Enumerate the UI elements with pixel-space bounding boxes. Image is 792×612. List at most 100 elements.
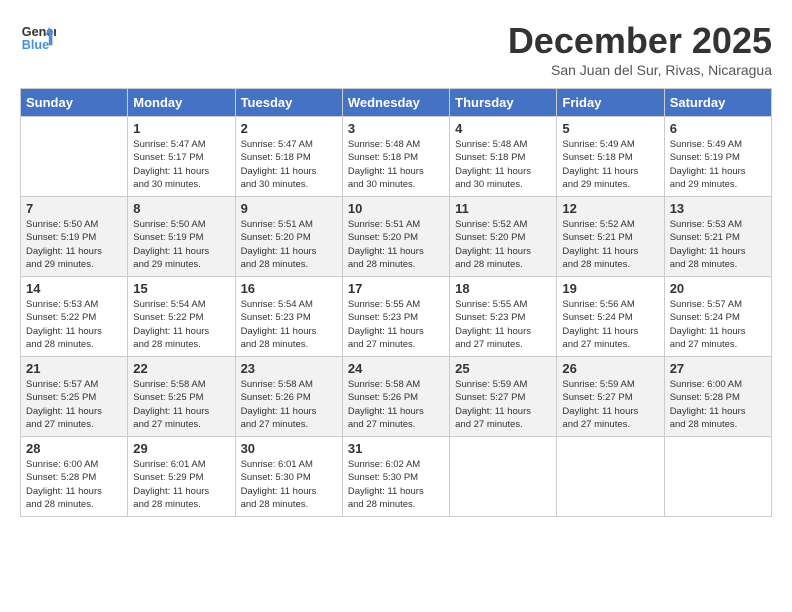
week-row-4: 21 Sunrise: 5:57 AM Sunset: 5:25 PM Dayli… bbox=[21, 357, 772, 437]
calendar-cell: 10 Sunrise: 5:51 AM Sunset: 5:20 PM Dayli… bbox=[342, 197, 449, 277]
title-block: December 2025 San Juan del Sur, Rivas, N… bbox=[508, 20, 772, 78]
day-header-saturday: Saturday bbox=[664, 89, 771, 117]
calendar-cell: 27 Sunrise: 6:00 AM Sunset: 5:28 PM Dayli… bbox=[664, 357, 771, 437]
day-info: Sunrise: 5:57 AM Sunset: 5:25 PM Dayligh… bbox=[26, 378, 122, 431]
day-info: Sunrise: 5:51 AM Sunset: 5:20 PM Dayligh… bbox=[241, 218, 337, 271]
day-info: Sunrise: 5:50 AM Sunset: 5:19 PM Dayligh… bbox=[133, 218, 229, 271]
calendar-cell bbox=[450, 437, 557, 517]
day-number: 17 bbox=[348, 281, 444, 296]
calendar-table: SundayMondayTuesdayWednesdayThursdayFrid… bbox=[20, 88, 772, 517]
calendar-cell: 26Sunrise: 5:59 AM Sunset: 5:27 PM Dayli… bbox=[557, 357, 664, 437]
day-header-friday: Friday bbox=[557, 89, 664, 117]
day-number: 5 bbox=[562, 121, 658, 136]
day-info: Sunrise: 6:00 AM Sunset: 5:28 PM Dayligh… bbox=[670, 378, 766, 431]
calendar-cell: 30 Sunrise: 6:01 AM Sunset: 5:30 PM Dayli… bbox=[235, 437, 342, 517]
calendar-cell: 1 Sunrise: 5:47 AM Sunset: 5:17 PM Daylig… bbox=[128, 117, 235, 197]
day-number: 1 bbox=[133, 121, 229, 136]
day-info: Sunrise: 5:53 AM Sunset: 5:22 PM Dayligh… bbox=[26, 298, 122, 351]
day-number: 20 bbox=[670, 281, 766, 296]
day-info: Sunrise: 6:01 AM Sunset: 5:30 PM Dayligh… bbox=[241, 458, 337, 511]
day-number: 30 bbox=[241, 441, 337, 456]
calendar-cell: 2Sunrise: 5:47 AM Sunset: 5:18 PM Daylig… bbox=[235, 117, 342, 197]
day-info: Sunrise: 5:59 AM Sunset: 5:27 PM Dayligh… bbox=[455, 378, 551, 431]
day-number: 10 bbox=[348, 201, 444, 216]
day-info: Sunrise: 5:56 AM Sunset: 5:24 PM Dayligh… bbox=[562, 298, 658, 351]
day-info: Sunrise: 5:50 AM Sunset: 5:19 PM Dayligh… bbox=[26, 218, 122, 271]
day-info: Sunrise: 6:00 AM Sunset: 5:28 PM Dayligh… bbox=[26, 458, 122, 511]
calendar-cell: 3Sunrise: 5:48 AM Sunset: 5:18 PM Daylig… bbox=[342, 117, 449, 197]
calendar-cell: 12 Sunrise: 5:52 AM Sunset: 5:21 PM Dayli… bbox=[557, 197, 664, 277]
day-number: 25 bbox=[455, 361, 551, 376]
day-number: 31 bbox=[348, 441, 444, 456]
calendar-cell: 29 Sunrise: 6:01 AM Sunset: 5:29 PM Dayli… bbox=[128, 437, 235, 517]
calendar-cell: 8 Sunrise: 5:50 AM Sunset: 5:19 PM Daylig… bbox=[128, 197, 235, 277]
day-number: 27 bbox=[670, 361, 766, 376]
week-row-3: 14 Sunrise: 5:53 AM Sunset: 5:22 PM Dayli… bbox=[21, 277, 772, 357]
day-number: 26 bbox=[562, 361, 658, 376]
calendar-cell bbox=[21, 117, 128, 197]
day-info: Sunrise: 5:55 AM Sunset: 5:23 PM Dayligh… bbox=[348, 298, 444, 351]
calendar-cell: 7 Sunrise: 5:50 AM Sunset: 5:19 PM Daylig… bbox=[21, 197, 128, 277]
day-number: 24 bbox=[348, 361, 444, 376]
calendar-cell: 13 Sunrise: 5:53 AM Sunset: 5:21 PM Dayli… bbox=[664, 197, 771, 277]
day-info: Sunrise: 5:49 AM Sunset: 5:18 PM Dayligh… bbox=[562, 138, 658, 191]
calendar-cell: 21 Sunrise: 5:57 AM Sunset: 5:25 PM Dayli… bbox=[21, 357, 128, 437]
day-header-monday: Monday bbox=[128, 89, 235, 117]
day-info: Sunrise: 5:53 AM Sunset: 5:21 PM Dayligh… bbox=[670, 218, 766, 271]
day-info: Sunrise: 5:54 AM Sunset: 5:23 PM Dayligh… bbox=[241, 298, 337, 351]
day-number: 2 bbox=[241, 121, 337, 136]
day-header-tuesday: Tuesday bbox=[235, 89, 342, 117]
day-number: 29 bbox=[133, 441, 229, 456]
day-number: 7 bbox=[26, 201, 122, 216]
day-number: 14 bbox=[26, 281, 122, 296]
day-info: Sunrise: 5:47 AM Sunset: 5:17 PM Dayligh… bbox=[133, 138, 229, 191]
day-number: 11 bbox=[455, 201, 551, 216]
day-number: 4 bbox=[455, 121, 551, 136]
day-info: Sunrise: 5:52 AM Sunset: 5:20 PM Dayligh… bbox=[455, 218, 551, 271]
day-number: 13 bbox=[670, 201, 766, 216]
calendar-cell: 17 Sunrise: 5:55 AM Sunset: 5:23 PM Dayli… bbox=[342, 277, 449, 357]
day-number: 21 bbox=[26, 361, 122, 376]
day-info: Sunrise: 5:58 AM Sunset: 5:25 PM Dayligh… bbox=[133, 378, 229, 431]
calendar-cell: 5 Sunrise: 5:49 AM Sunset: 5:18 PM Daylig… bbox=[557, 117, 664, 197]
calendar-cell bbox=[557, 437, 664, 517]
day-info: Sunrise: 6:02 AM Sunset: 5:30 PM Dayligh… bbox=[348, 458, 444, 511]
calendar-cell bbox=[664, 437, 771, 517]
day-number: 23 bbox=[241, 361, 337, 376]
day-info: Sunrise: 5:49 AM Sunset: 5:19 PM Dayligh… bbox=[670, 138, 766, 191]
logo-icon: General Blue bbox=[20, 20, 56, 56]
calendar-cell: 14 Sunrise: 5:53 AM Sunset: 5:22 PM Dayli… bbox=[21, 277, 128, 357]
day-info: Sunrise: 5:58 AM Sunset: 5:26 PM Dayligh… bbox=[348, 378, 444, 431]
calendar-cell: 11 Sunrise: 5:52 AM Sunset: 5:20 PM Dayli… bbox=[450, 197, 557, 277]
day-info: Sunrise: 6:01 AM Sunset: 5:29 PM Dayligh… bbox=[133, 458, 229, 511]
day-header-thursday: Thursday bbox=[450, 89, 557, 117]
day-info: Sunrise: 5:52 AM Sunset: 5:21 PM Dayligh… bbox=[562, 218, 658, 271]
calendar-cell: 9Sunrise: 5:51 AM Sunset: 5:20 PM Daylig… bbox=[235, 197, 342, 277]
day-number: 12 bbox=[562, 201, 658, 216]
calendar-cell: 4 Sunrise: 5:48 AM Sunset: 5:18 PM Daylig… bbox=[450, 117, 557, 197]
day-header-wednesday: Wednesday bbox=[342, 89, 449, 117]
calendar-cell: 22 Sunrise: 5:58 AM Sunset: 5:25 PM Dayli… bbox=[128, 357, 235, 437]
day-header-sunday: Sunday bbox=[21, 89, 128, 117]
day-number: 16 bbox=[241, 281, 337, 296]
calendar-cell: 31 Sunrise: 6:02 AM Sunset: 5:30 PM Dayli… bbox=[342, 437, 449, 517]
day-info: Sunrise: 5:57 AM Sunset: 5:24 PM Dayligh… bbox=[670, 298, 766, 351]
day-number: 15 bbox=[133, 281, 229, 296]
day-number: 6 bbox=[670, 121, 766, 136]
day-number: 8 bbox=[133, 201, 229, 216]
calendar-cell: 24 Sunrise: 5:58 AM Sunset: 5:26 PM Dayli… bbox=[342, 357, 449, 437]
day-number: 22 bbox=[133, 361, 229, 376]
day-header-row: SundayMondayTuesdayWednesdayThursdayFrid… bbox=[21, 89, 772, 117]
day-number: 18 bbox=[455, 281, 551, 296]
week-row-2: 7 Sunrise: 5:50 AM Sunset: 5:19 PM Daylig… bbox=[21, 197, 772, 277]
day-info: Sunrise: 5:48 AM Sunset: 5:18 PM Dayligh… bbox=[348, 138, 444, 191]
day-info: Sunrise: 5:51 AM Sunset: 5:20 PM Dayligh… bbox=[348, 218, 444, 271]
logo: General Blue bbox=[20, 20, 56, 56]
day-info: Sunrise: 5:48 AM Sunset: 5:18 PM Dayligh… bbox=[455, 138, 551, 191]
week-row-1: 1 Sunrise: 5:47 AM Sunset: 5:17 PM Daylig… bbox=[21, 117, 772, 197]
calendar-cell: 25 Sunrise: 5:59 AM Sunset: 5:27 PM Dayli… bbox=[450, 357, 557, 437]
calendar-cell: 28Sunrise: 6:00 AM Sunset: 5:28 PM Dayli… bbox=[21, 437, 128, 517]
day-info: Sunrise: 5:58 AM Sunset: 5:26 PM Dayligh… bbox=[241, 378, 337, 431]
month-title: December 2025 bbox=[508, 20, 772, 62]
page-header: General Blue December 2025 San Juan del … bbox=[20, 20, 772, 78]
